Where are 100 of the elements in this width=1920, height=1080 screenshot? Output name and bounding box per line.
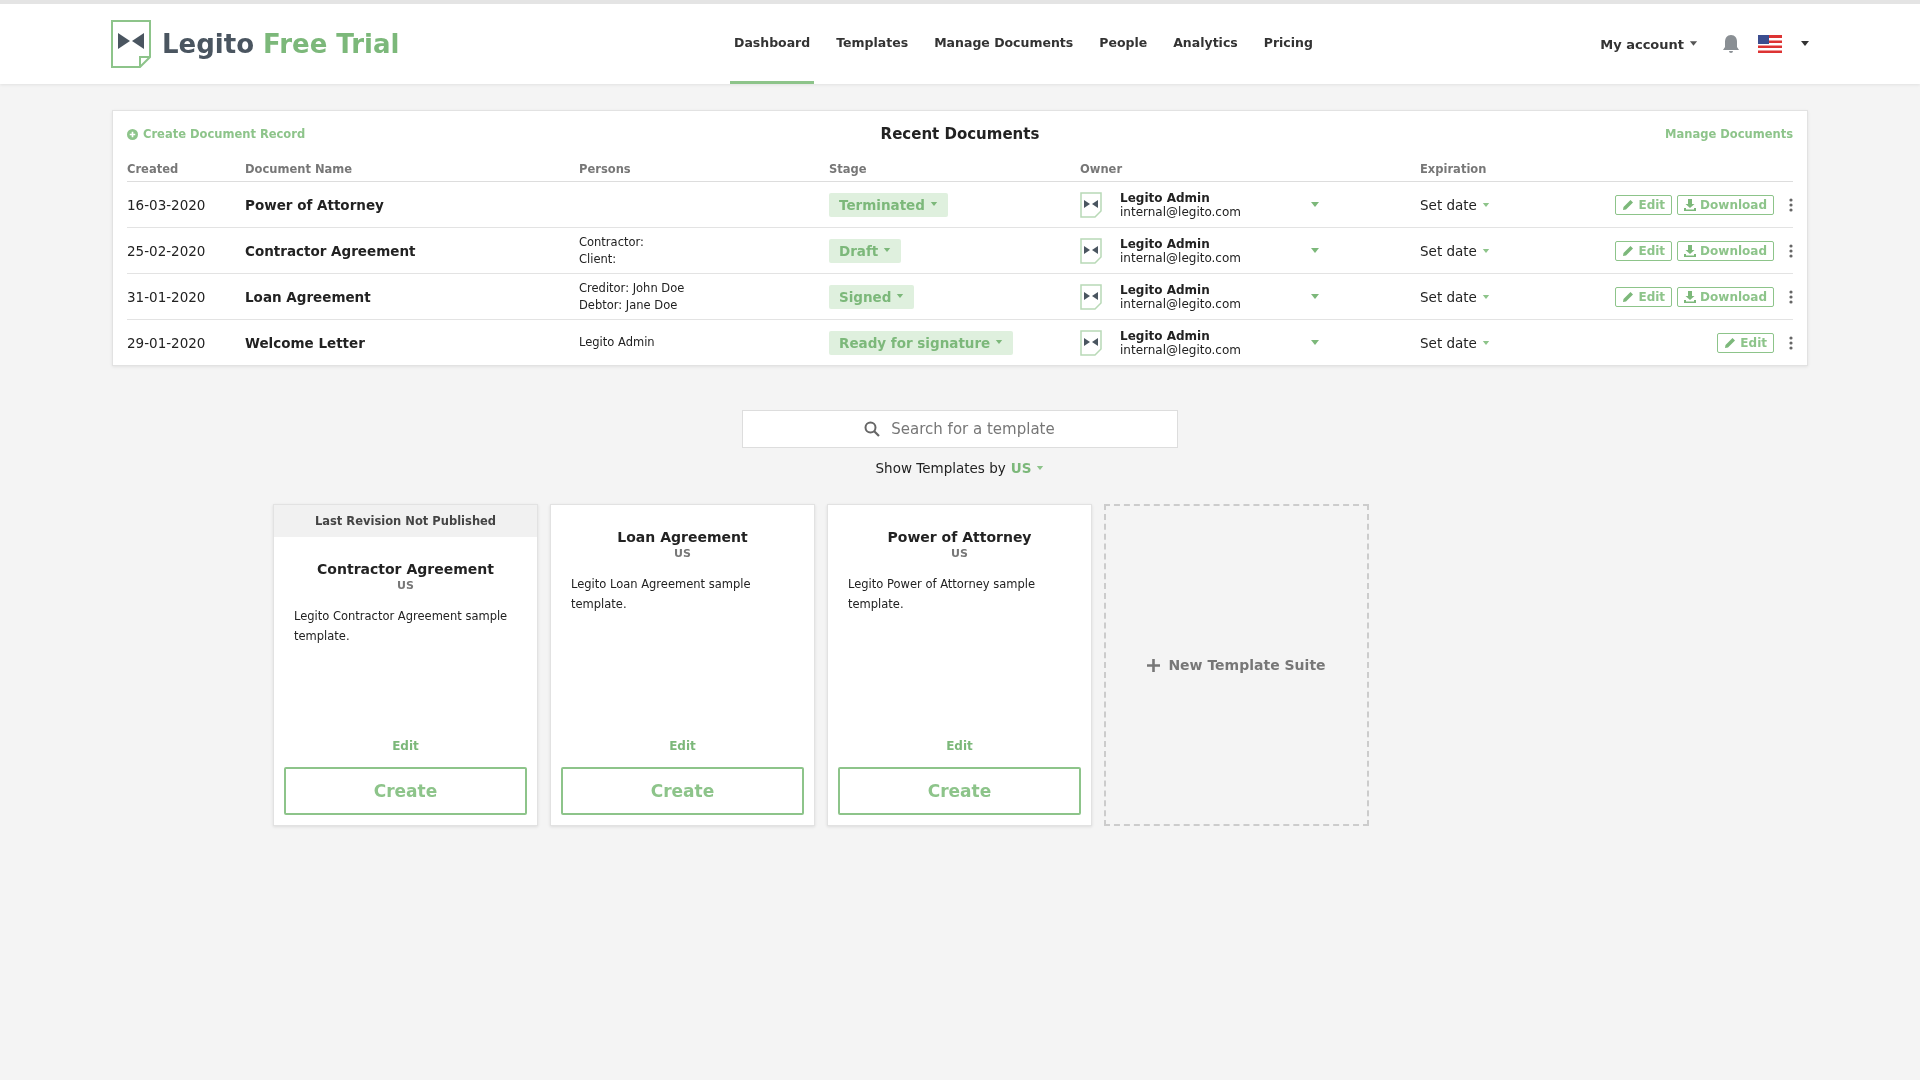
caret-icon <box>896 294 905 299</box>
document-name[interactable]: Contractor Agreement <box>245 242 579 259</box>
nav-link[interactable]: Templates <box>832 4 913 84</box>
manage-documents-link[interactable]: Manage Documents <box>1493 127 1793 141</box>
document-name[interactable]: Power of Attorney <box>245 196 579 213</box>
card-region: US <box>951 547 968 560</box>
owner-logo-icon <box>1080 329 1102 356</box>
stage-dropdown[interactable]: Signed <box>829 284 915 309</box>
card-description: Legito Loan Agreement sample template. <box>571 576 752 613</box>
column-header: Persons <box>579 162 632 176</box>
logo-icon <box>110 19 152 69</box>
set-date-dropdown[interactable]: Set date <box>1420 197 1490 213</box>
nav-link[interactable]: Manage Documents <box>930 4 1078 84</box>
edit-link[interactable]: Edit <box>551 739 814 753</box>
owner-name: Legito Admin <box>1120 236 1211 251</box>
panel-title: Recent Documents <box>880 125 1040 143</box>
action-button[interactable]: Edit <box>1717 332 1774 353</box>
stage-dropdown[interactable]: Terminated <box>829 192 948 217</box>
nav-link[interactable]: Pricing <box>1259 4 1317 84</box>
region-dropdown[interactable]: US <box>1010 460 1045 476</box>
caret-icon <box>1481 248 1490 254</box>
pencil-icon <box>1622 244 1635 257</box>
person-text: Legito Admin <box>579 334 656 351</box>
caret-icon <box>1481 202 1490 208</box>
download-icon <box>1684 290 1697 303</box>
action-button[interactable]: Edit <box>1615 286 1673 307</box>
owner-email: internal@legito.com <box>1120 204 1242 219</box>
stage-dropdown[interactable]: Draft <box>829 238 902 263</box>
nav-link[interactable]: People <box>1095 4 1152 84</box>
owner-name: Legito Admin <box>1120 282 1211 297</box>
new-template-suite-button[interactable]: New Template Suite <box>1104 504 1369 826</box>
column-header: Created <box>127 162 180 176</box>
column-header: Expiration <box>1420 162 1488 176</box>
column-header: Owner <box>1080 162 1124 176</box>
action-button[interactable]: Edit <box>1615 194 1673 215</box>
owner-email: internal@legito.com <box>1120 342 1242 357</box>
card-title: Contractor Agreement <box>317 561 494 577</box>
caret-icon[interactable] <box>1800 41 1810 47</box>
pencil-icon <box>1724 336 1737 349</box>
owner-logo-icon <box>1080 237 1102 264</box>
more-icon[interactable] <box>1789 243 1793 258</box>
column-header: Document Name <box>245 162 354 176</box>
person-text: Creditor: John Doe <box>579 279 686 297</box>
owner-logo-icon <box>1080 191 1102 218</box>
card-region: US <box>674 547 691 560</box>
set-date-dropdown[interactable]: Set date <box>1420 335 1490 351</box>
caret-icon <box>1036 465 1045 471</box>
set-date-dropdown[interactable]: Set date <box>1420 243 1490 259</box>
card-description: Legito Contractor Agreement sample template. <box>294 608 509 645</box>
action-button[interactable]: Download <box>1677 286 1774 307</box>
document-name[interactable]: Welcome Letter <box>245 334 579 351</box>
create-button[interactable]: Create <box>561 767 804 815</box>
caret-icon <box>995 340 1004 345</box>
filter-label: Show Templates by <box>875 460 1006 476</box>
table-cell-text: 25-02-2020 <box>127 242 207 259</box>
document-name[interactable]: Loan Agreement <box>245 288 579 305</box>
caret-icon <box>1481 340 1490 346</box>
set-date-dropdown[interactable]: Set date <box>1420 289 1490 305</box>
more-icon[interactable] <box>1789 289 1793 304</box>
plus-icon <box>1147 658 1161 672</box>
logo-text: Legito Free Trial <box>162 29 400 59</box>
caret-icon <box>1481 294 1490 300</box>
create-button[interactable]: Create <box>838 767 1081 815</box>
nav-link[interactable]: Dashboard <box>730 4 815 84</box>
owner-name: Legito Admin <box>1120 190 1211 205</box>
edit-link[interactable]: Edit <box>828 739 1091 753</box>
more-icon[interactable] <box>1789 335 1793 350</box>
more-icon[interactable] <box>1789 197 1793 212</box>
action-button[interactable]: Download <box>1677 240 1774 261</box>
create-button[interactable]: Create <box>284 767 527 815</box>
card-notice: Last Revision Not Published <box>274 505 537 537</box>
edit-link[interactable]: Edit <box>274 739 537 753</box>
nav-link[interactable]: Analytics <box>1169 4 1242 84</box>
plus-circle-icon <box>127 128 138 140</box>
person-text: Debtor: Jane Doe <box>579 296 679 314</box>
stage-dropdown[interactable]: Ready for signature <box>829 330 1014 355</box>
caret-icon <box>883 248 892 253</box>
bell-icon[interactable] <box>1722 34 1740 54</box>
action-button[interactable]: Download <box>1677 194 1774 215</box>
caret-icon <box>929 202 938 207</box>
card-title: Loan Agreement <box>617 529 748 545</box>
table-cell-text: 16-03-2020 <box>127 196 207 213</box>
table-cell-text: 31-01-2020 <box>127 288 207 305</box>
search-field[interactable]: Search for a template <box>742 410 1178 448</box>
card-region: US <box>397 579 414 592</box>
person-text: Contractor: <box>579 233 645 251</box>
flag-icon[interactable] <box>1758 35 1782 53</box>
table-cell-text: 29-01-2020 <box>127 334 207 351</box>
create-document-link[interactable]: Create Document Record <box>127 127 427 141</box>
pencil-icon <box>1622 198 1635 211</box>
owner-email: internal@legito.com <box>1120 250 1242 265</box>
column-header: Stage <box>829 162 868 176</box>
card-description: Legito Power of Attorney sample template. <box>848 576 1037 613</box>
action-button[interactable]: Edit <box>1615 240 1673 261</box>
download-icon <box>1684 244 1697 257</box>
owner-email: internal@legito.com <box>1120 296 1242 311</box>
caret-icon <box>1689 41 1698 47</box>
owner-name: Legito Admin <box>1120 328 1211 343</box>
account-menu[interactable]: My account <box>1594 35 1704 53</box>
pencil-icon <box>1622 290 1635 303</box>
